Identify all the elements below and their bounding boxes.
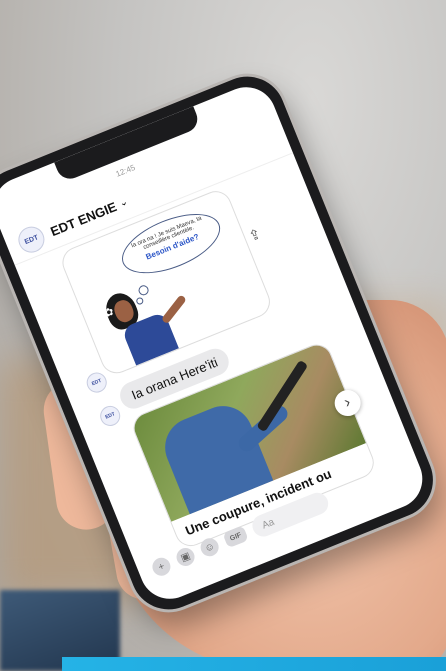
share-icon[interactable]: ⇪ <box>246 225 263 245</box>
avatar: EDT <box>83 369 110 396</box>
image-icon[interactable]: ▣ <box>173 545 198 569</box>
plus-icon[interactable]: + <box>149 555 174 579</box>
thought-dot <box>135 296 145 306</box>
edt-logo[interactable]: EDT <box>14 222 49 257</box>
illustration-arm <box>160 294 187 325</box>
thought-dot <box>137 283 151 297</box>
avatar: EDT <box>97 402 124 429</box>
brand-bar <box>62 657 446 671</box>
gif-button[interactable]: GIF <box>222 525 249 549</box>
sticker-icon[interactable]: ☺ <box>197 535 222 559</box>
status-time: 12:45 <box>114 162 137 179</box>
chevron-down-icon[interactable]: ⌄ <box>118 196 130 209</box>
